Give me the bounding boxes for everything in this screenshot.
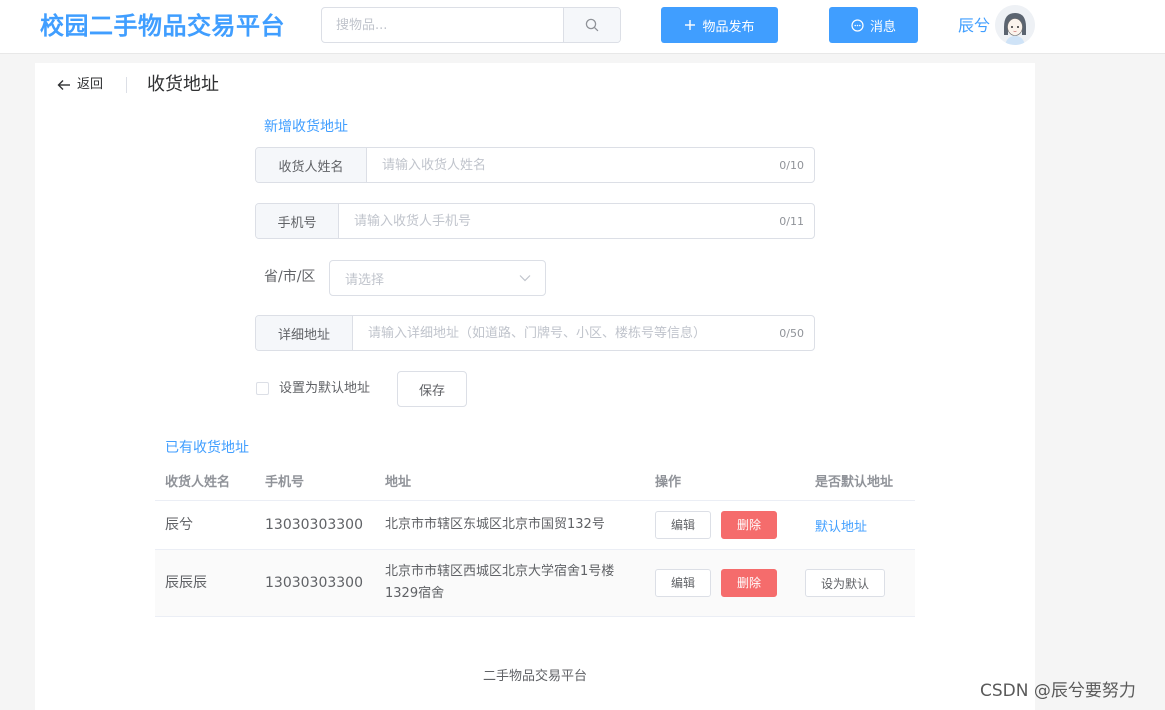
table-row: 辰辰辰 13030303300 北京市市辖区西城区北京大学宿舍1号楼1329宿舍… xyxy=(155,550,915,617)
user-avatar[interactable] xyxy=(995,5,1035,45)
page-title: 收货地址 xyxy=(147,74,219,95)
phone-counter: 0/11 xyxy=(779,214,804,228)
detail-address-counter: 0/50 xyxy=(779,326,804,340)
column-header: 收货人姓名 xyxy=(165,475,231,490)
column-header: 是否默认地址 xyxy=(815,475,894,490)
recipient-name-input[interactable] xyxy=(367,148,780,182)
recipient-name-cell: 辰兮 xyxy=(165,517,193,533)
search-input[interactable] xyxy=(322,8,563,42)
detail-address-group: 详细地址 0/50 xyxy=(255,315,815,351)
delete-button[interactable]: 删除 xyxy=(721,511,777,539)
region-select[interactable]: 请选择 xyxy=(329,260,546,296)
phone-input[interactable] xyxy=(339,204,780,238)
footer-text: 二手物品交易平台 xyxy=(482,669,587,684)
operations-cell: 编辑 删除 xyxy=(645,511,805,539)
site-logo[interactable]: 校园二手物品交易平台 xyxy=(40,10,285,42)
back-label: 返回 xyxy=(77,77,104,92)
address-table: 收货人姓名 手机号 地址 操作 是否默认地址 辰兮 13030303300 北京… xyxy=(155,461,915,617)
recipient-name-group: 收货人姓名 0/10 xyxy=(255,147,815,183)
phone-cell: 13030303300 xyxy=(265,575,363,591)
chat-bubble-icon xyxy=(851,18,864,32)
top-header: 校园二手物品交易平台 物品发布 消息 辰兮 xyxy=(0,0,1165,54)
column-header: 操作 xyxy=(655,475,682,490)
publish-label: 物品发布 xyxy=(702,19,755,35)
messages-label: 消息 xyxy=(869,19,896,35)
save-button[interactable]: 保存 xyxy=(397,371,467,407)
edit-button[interactable]: 编辑 xyxy=(655,569,711,597)
new-address-title: 新增收货地址 xyxy=(264,119,348,135)
phone-group: 手机号 0/11 xyxy=(255,203,815,239)
default-status-cell: 默认地址 xyxy=(805,516,915,535)
operations-cell: 编辑 删除 xyxy=(645,569,805,597)
header-divider xyxy=(126,77,127,93)
recipient-name-counter: 0/10 xyxy=(779,158,804,172)
edit-button[interactable]: 编辑 xyxy=(655,511,711,539)
search-box xyxy=(321,7,621,43)
search-button[interactable] xyxy=(563,8,620,42)
default-address-link[interactable]: 默认地址 xyxy=(805,520,867,535)
existing-addresses-title: 已有收货地址 xyxy=(165,440,249,456)
column-header: 地址 xyxy=(385,475,412,490)
publish-item-button[interactable]: 物品发布 xyxy=(661,7,778,43)
set-default-button[interactable]: 设为默认 xyxy=(805,569,885,597)
delete-button[interactable]: 删除 xyxy=(721,569,777,597)
region-label: 省/市/区 xyxy=(264,269,316,285)
recipient-name-cell: 辰辰辰 xyxy=(165,575,207,591)
table-row: 辰兮 13030303300 北京市市辖区东城区北京市国贸132号 编辑 删除 … xyxy=(155,501,915,550)
default-address-checkbox-label[interactable]: 设置为默认地址 xyxy=(279,379,370,399)
recipient-name-label: 收货人姓名 xyxy=(256,148,367,182)
arrow-left-icon xyxy=(57,80,70,90)
address-cell: 北京市市辖区东城区北京市国贸132号 xyxy=(385,517,605,532)
user-name[interactable]: 辰兮 xyxy=(958,15,990,37)
default-status-cell: 设为默认 xyxy=(805,569,915,597)
table-header: 收货人姓名 手机号 地址 操作 是否默认地址 xyxy=(155,461,915,501)
csdn-watermark: CSDN @辰兮要努力 xyxy=(980,681,1136,701)
column-header: 手机号 xyxy=(265,475,305,490)
default-address-checkbox[interactable] xyxy=(256,382,269,395)
region-placeholder: 请选择 xyxy=(345,272,385,288)
plus-icon xyxy=(685,20,696,30)
phone-cell: 13030303300 xyxy=(265,517,363,533)
detail-address-label: 详细地址 xyxy=(256,316,353,350)
avatar-illustration xyxy=(995,5,1035,45)
phone-label: 手机号 xyxy=(256,204,339,238)
back-button[interactable]: 返回 xyxy=(57,75,103,95)
address-card: 返回 收货地址 新增收货地址 收货人姓名 0/10 手机号 0/11 省/市/区… xyxy=(35,63,1035,710)
detail-address-input[interactable] xyxy=(353,316,780,350)
address-cell: 北京市市辖区西城区北京大学宿舍1号楼1329宿舍 xyxy=(385,564,615,601)
messages-button[interactable]: 消息 xyxy=(829,7,918,43)
search-icon xyxy=(585,18,599,32)
chevron-down-icon xyxy=(519,275,531,282)
